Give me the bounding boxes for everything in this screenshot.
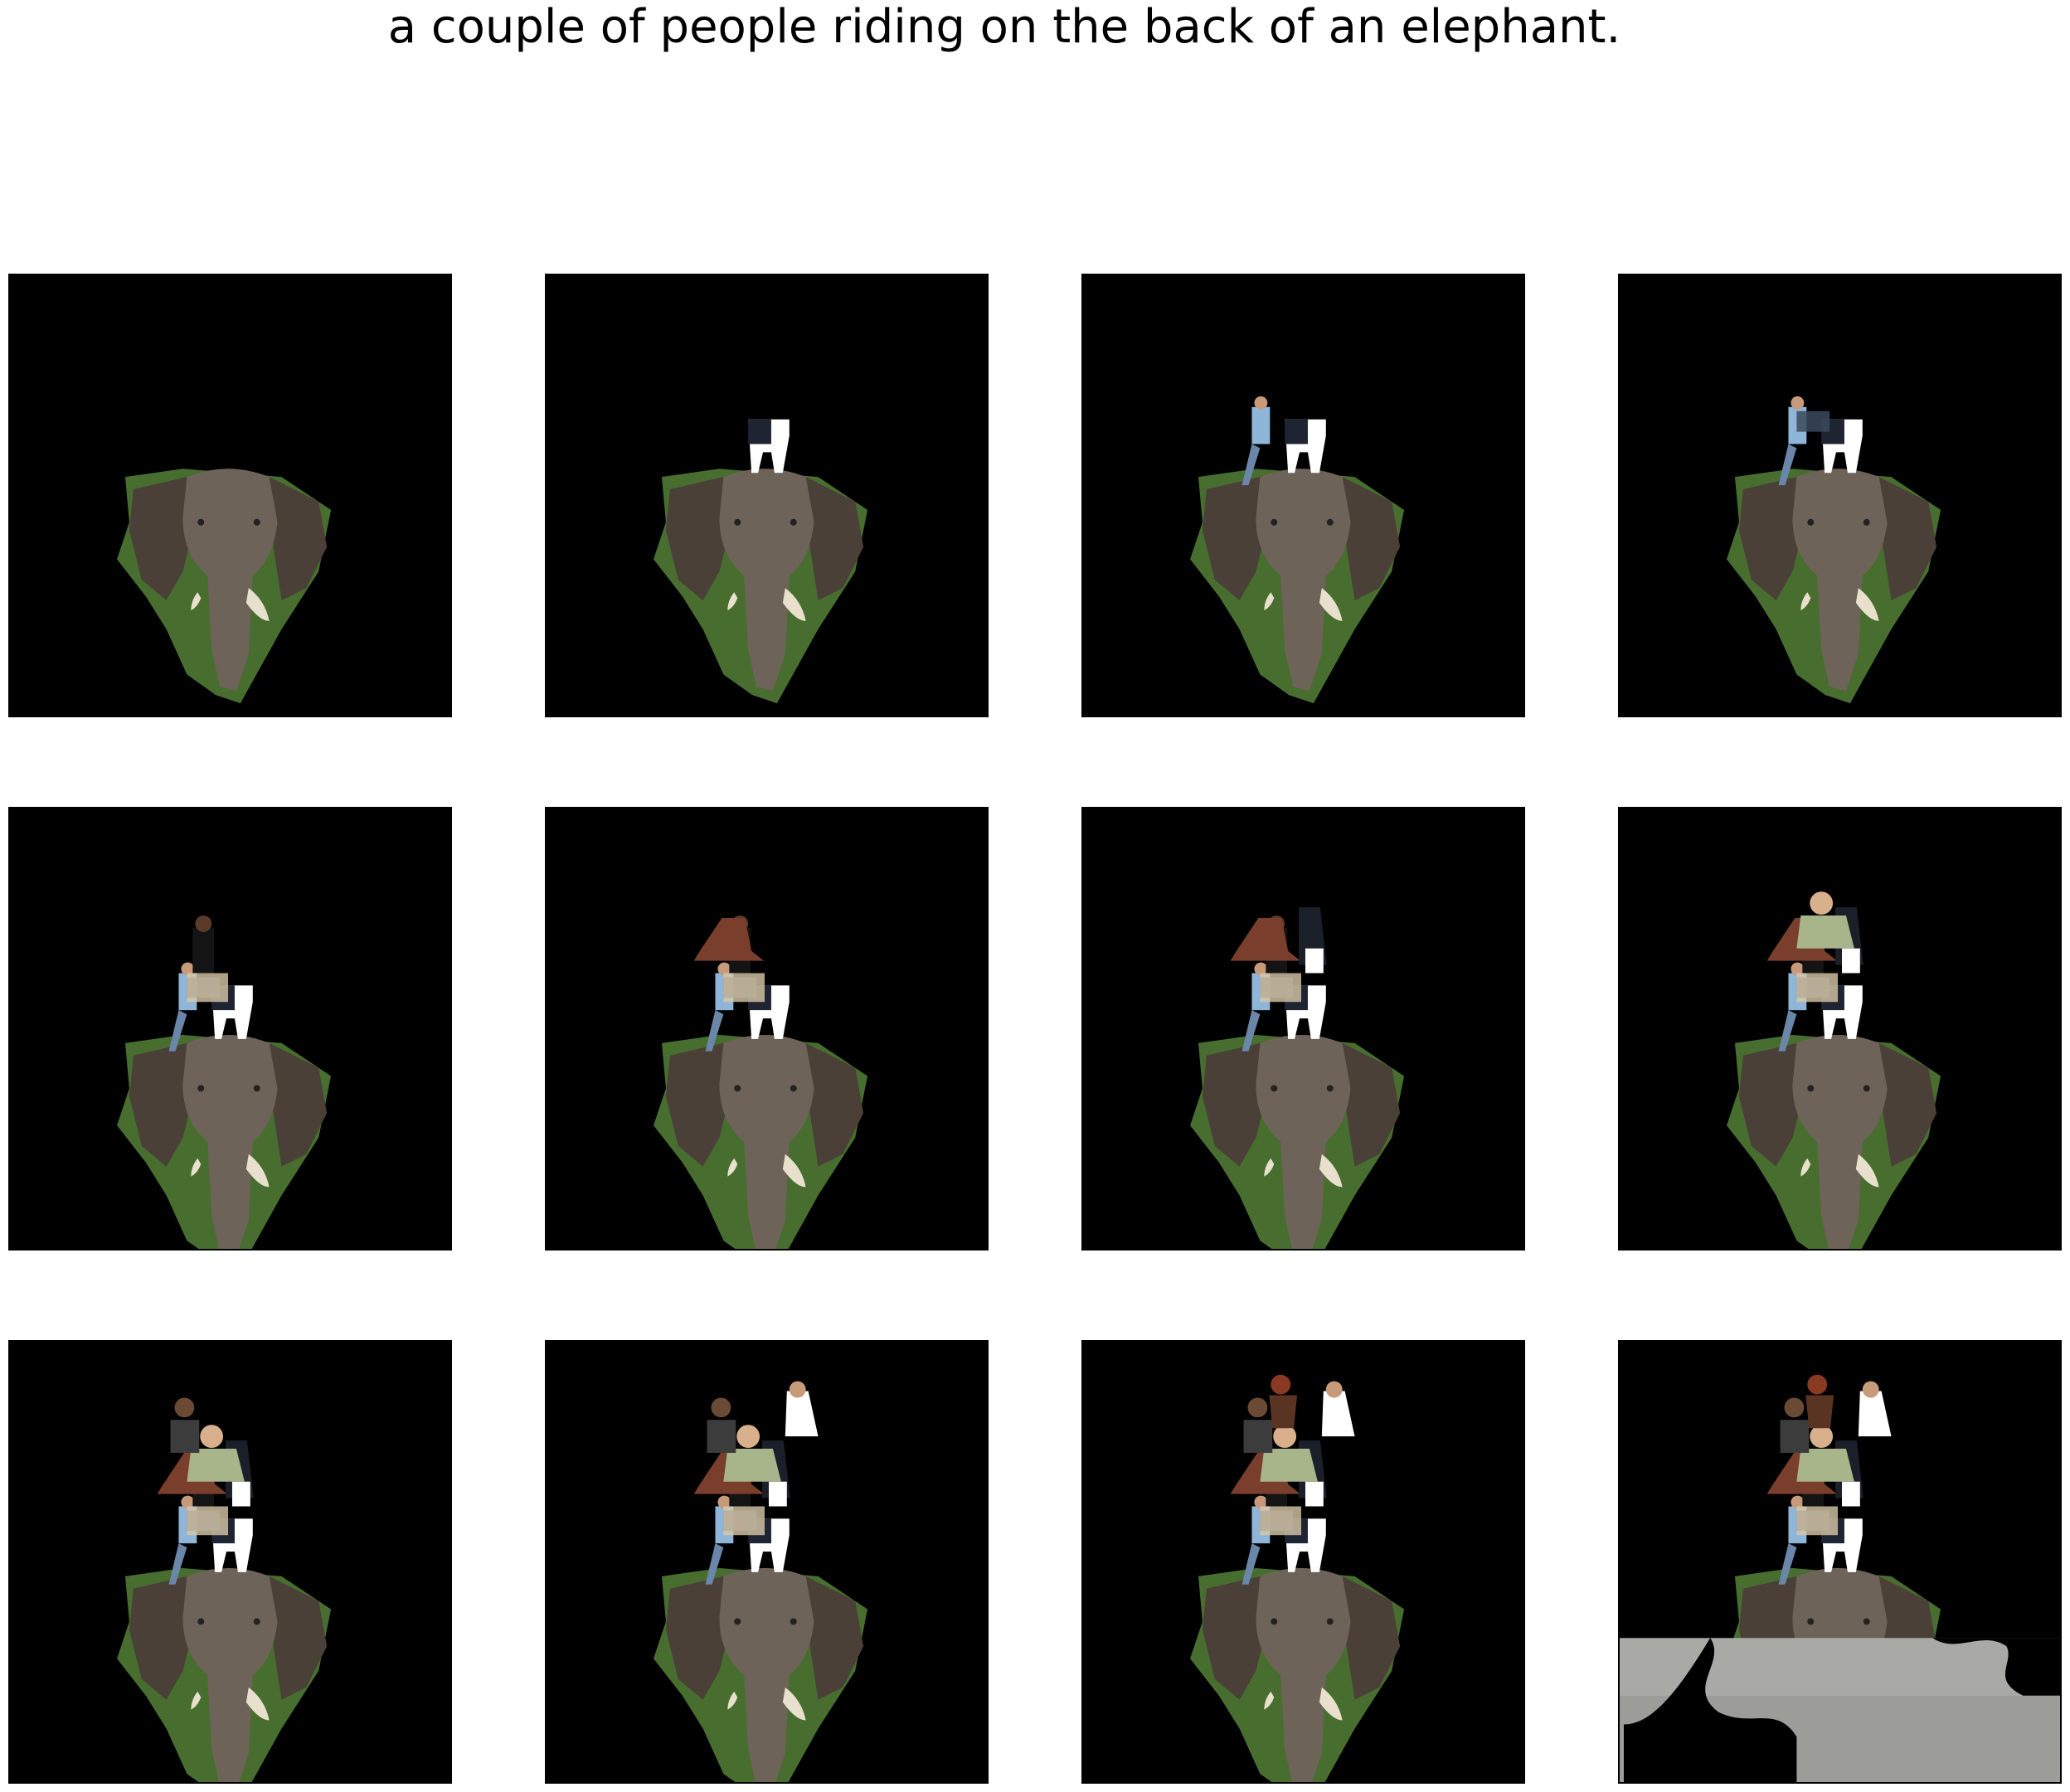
panel-image [1620,809,2060,1249]
panel-step-11 [1081,1340,1525,1784]
figure-title: a couple of people riding on the back of… [387,0,1621,54]
panel-step-10 [545,1340,989,1784]
panel-step-8 [1618,807,2062,1251]
panel-step-9 [8,1340,452,1784]
panel-step-6 [545,807,989,1251]
layer-person-c [1796,410,1830,432]
panel-step-4 [1618,274,2062,717]
panel-image [10,275,450,716]
panel-step-7 [1081,807,1525,1251]
panel-step-3 [1081,274,1525,717]
panel-image [547,809,987,1249]
panel-image [1620,1342,2060,1782]
panel-image [547,1342,987,1782]
panel-step-5 [8,807,452,1251]
panel-image [1620,275,2060,716]
panel-image [1083,275,1523,716]
layer-ground [1620,1638,2060,1782]
panel-image [10,809,450,1249]
panel-image [10,1342,450,1782]
panel-image [1083,1342,1523,1782]
panel-image [547,275,987,716]
panel-step-12 [1618,1340,2062,1784]
panel-step-2 [545,274,989,717]
panel-step-1 [8,274,452,717]
panel-image [1083,809,1523,1249]
